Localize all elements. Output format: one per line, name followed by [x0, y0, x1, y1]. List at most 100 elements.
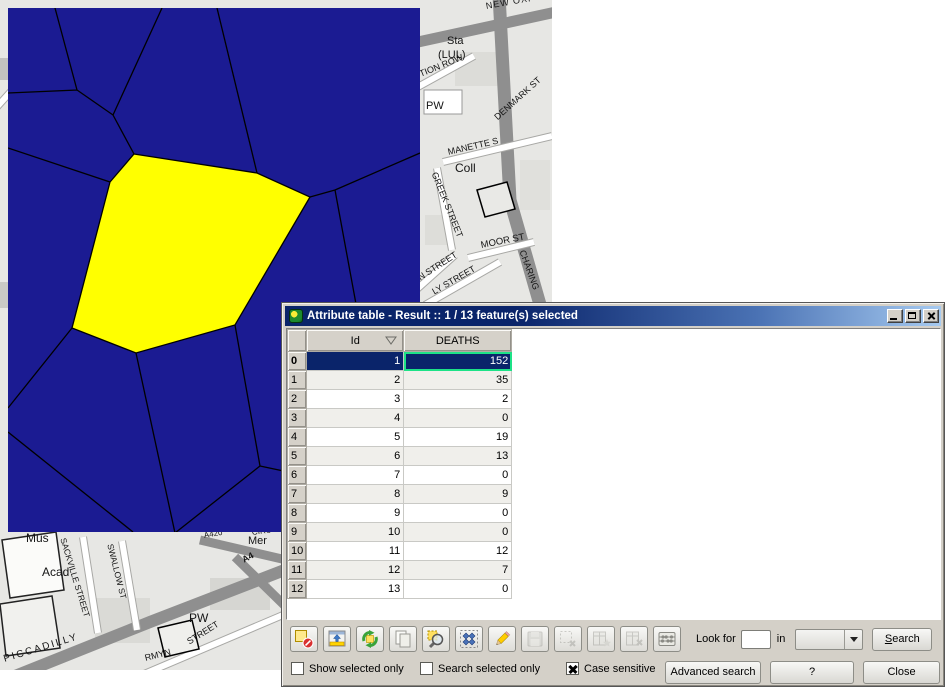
map-label: Mer	[248, 536, 267, 547]
toolbar: Look for in Search	[290, 625, 932, 653]
cell-id[interactable]: 11	[307, 542, 404, 561]
row-header[interactable]: 6	[288, 466, 307, 485]
delete-selection-icon	[558, 629, 578, 649]
current-cell[interactable]: 152	[404, 352, 512, 371]
row-header[interactable]: 3	[288, 409, 307, 428]
cell-deaths[interactable]: 0	[404, 466, 512, 485]
screen: NEW OXFORD Sta (LUL) TION ROW PW DENMARK…	[0, 0, 950, 694]
cell-id[interactable]: 9	[307, 504, 404, 523]
delete-column-button[interactable]	[620, 626, 648, 652]
table-row[interactable]: 12 13 0	[288, 580, 512, 599]
invert-selection-icon	[360, 629, 380, 649]
cell-id[interactable]: 7	[307, 466, 404, 485]
cell-id[interactable]: 5	[307, 428, 404, 447]
move-selection-to-top-button[interactable]	[323, 626, 351, 652]
select-features-button[interactable]	[455, 626, 483, 652]
copy-icon	[393, 629, 413, 649]
new-column-button[interactable]	[587, 626, 615, 652]
case-sensitive-checkbox[interactable]	[566, 662, 579, 675]
close-button[interactable]	[923, 309, 939, 323]
cell-id[interactable]: 10	[307, 523, 404, 542]
invert-selection-button[interactable]	[356, 626, 384, 652]
table-row[interactable]: 4 5 19	[288, 428, 512, 447]
table-row[interactable]: 5 6 13	[288, 447, 512, 466]
maximize-icon	[908, 312, 916, 319]
corner-header[interactable]	[288, 330, 307, 352]
titlebar[interactable]: Attribute table - Result :: 1 / 13 featu…	[285, 306, 941, 326]
table-row[interactable]: 3 4 0	[288, 409, 512, 428]
row-header[interactable]: 9	[288, 523, 307, 542]
search-selected-only-checkbox[interactable]	[420, 662, 433, 675]
row-header[interactable]: 7	[288, 485, 307, 504]
attribute-table: Id DEATHS 0 1 152 1 2 35 2 3 2	[287, 329, 512, 599]
save-icon	[525, 629, 545, 649]
abacus-icon	[657, 629, 677, 649]
cell-deaths[interactable]: 35	[404, 371, 512, 390]
table-row[interactable]: 10 11 12	[288, 542, 512, 561]
search-button[interactable]: Search	[872, 628, 932, 651]
table-row[interactable]: 9 10 0	[288, 523, 512, 542]
zoom-to-selection-button[interactable]	[422, 626, 450, 652]
cell-deaths[interactable]: 13	[404, 447, 512, 466]
table-row[interactable]: 11 12 7	[288, 561, 512, 580]
cell-deaths[interactable]: 0	[404, 504, 512, 523]
show-selected-only-checkbox[interactable]	[291, 662, 304, 675]
cell-deaths[interactable]: 2	[404, 390, 512, 409]
cell-id[interactable]: 1	[307, 352, 404, 371]
table-row[interactable]: 0 1 152	[288, 352, 512, 371]
maximize-button[interactable]	[905, 309, 921, 323]
row-header[interactable]: 4	[288, 428, 307, 447]
row-header[interactable]: 0	[288, 352, 307, 371]
table-row[interactable]: 1 2 35	[288, 371, 512, 390]
row-header[interactable]: 8	[288, 504, 307, 523]
row-header[interactable]: 10	[288, 542, 307, 561]
cell-id[interactable]: 3	[307, 390, 404, 409]
cell-deaths[interactable]: 12	[404, 542, 512, 561]
column-header-id[interactable]: Id	[307, 330, 404, 352]
attribute-table-window: Attribute table - Result :: 1 / 13 featu…	[281, 302, 945, 687]
field-calculator-button[interactable]	[653, 626, 681, 652]
cell-id[interactable]: 8	[307, 485, 404, 504]
cell-id[interactable]: 4	[307, 409, 404, 428]
cell-deaths[interactable]: 0	[404, 409, 512, 428]
cell-id[interactable]: 13	[307, 580, 404, 599]
map-label: Sta	[447, 36, 464, 47]
minimize-icon	[890, 318, 897, 320]
cell-deaths[interactable]: 9	[404, 485, 512, 504]
cell-deaths[interactable]: 0	[404, 580, 512, 599]
column-header-deaths[interactable]: DEATHS	[404, 330, 512, 352]
table-row[interactable]: 7 8 9	[288, 485, 512, 504]
cell-id[interactable]: 6	[307, 447, 404, 466]
cell-deaths[interactable]: 0	[404, 523, 512, 542]
advanced-search-button[interactable]: Advanced search	[665, 661, 761, 684]
help-button[interactable]: ?	[770, 661, 854, 684]
row-header[interactable]: 2	[288, 390, 307, 409]
table-row[interactable]: 8 9 0	[288, 504, 512, 523]
checkbox-label: Case sensitive	[584, 663, 656, 675]
copy-rows-button[interactable]	[389, 626, 417, 652]
map-label: Mus	[26, 532, 49, 544]
toggle-editing-button[interactable]	[488, 626, 516, 652]
qgis-icon	[289, 309, 303, 323]
delete-features-button[interactable]	[554, 626, 582, 652]
row-header[interactable]: 12	[288, 580, 307, 599]
look-for-input[interactable]	[741, 630, 771, 649]
field-dropdown[interactable]	[795, 629, 863, 650]
table-row[interactable]: 6 7 0	[288, 466, 512, 485]
cell-id[interactable]: 2	[307, 371, 404, 390]
sort-descending-icon	[385, 336, 397, 345]
minimize-button[interactable]	[887, 309, 903, 323]
close-dialog-button[interactable]: Close	[863, 661, 940, 684]
table-row[interactable]: 2 3 2	[288, 390, 512, 409]
table-viewport[interactable]: Id DEATHS 0 1 152 1 2 35 2 3 2	[286, 328, 941, 620]
row-header[interactable]: 11	[288, 561, 307, 580]
cell-id[interactable]: 12	[307, 561, 404, 580]
row-header[interactable]: 1	[288, 371, 307, 390]
window-title: Attribute table - Result :: 1 / 13 featu…	[307, 310, 885, 322]
dropdown-arrow-icon[interactable]	[844, 630, 862, 649]
row-header[interactable]: 5	[288, 447, 307, 466]
cell-deaths[interactable]: 7	[404, 561, 512, 580]
unselect-all-button[interactable]	[290, 626, 318, 652]
cell-deaths[interactable]: 19	[404, 428, 512, 447]
save-edits-button[interactable]	[521, 626, 549, 652]
